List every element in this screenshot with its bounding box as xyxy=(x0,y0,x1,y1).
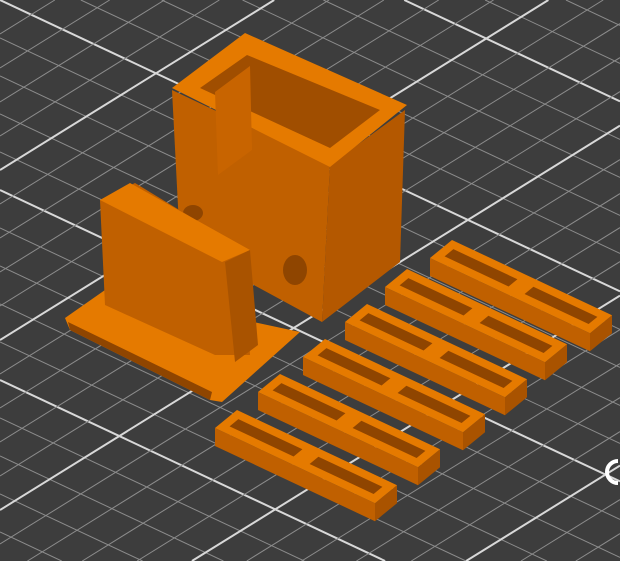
grid-line xyxy=(0,531,62,561)
grid-line xyxy=(0,0,56,35)
screw-hole xyxy=(283,255,307,285)
build-plate-scene[interactable] xyxy=(0,0,620,561)
grid-line xyxy=(520,499,620,561)
grid-line xyxy=(0,0,110,69)
grid-line xyxy=(403,0,620,103)
grid-line xyxy=(356,397,620,561)
grid-line xyxy=(411,431,620,561)
3d-viewport[interactable] xyxy=(0,0,620,561)
grid-line xyxy=(0,493,143,561)
grid-line xyxy=(0,0,165,103)
grid-line xyxy=(565,0,620,26)
objects xyxy=(65,33,612,522)
grid-line xyxy=(575,533,620,561)
